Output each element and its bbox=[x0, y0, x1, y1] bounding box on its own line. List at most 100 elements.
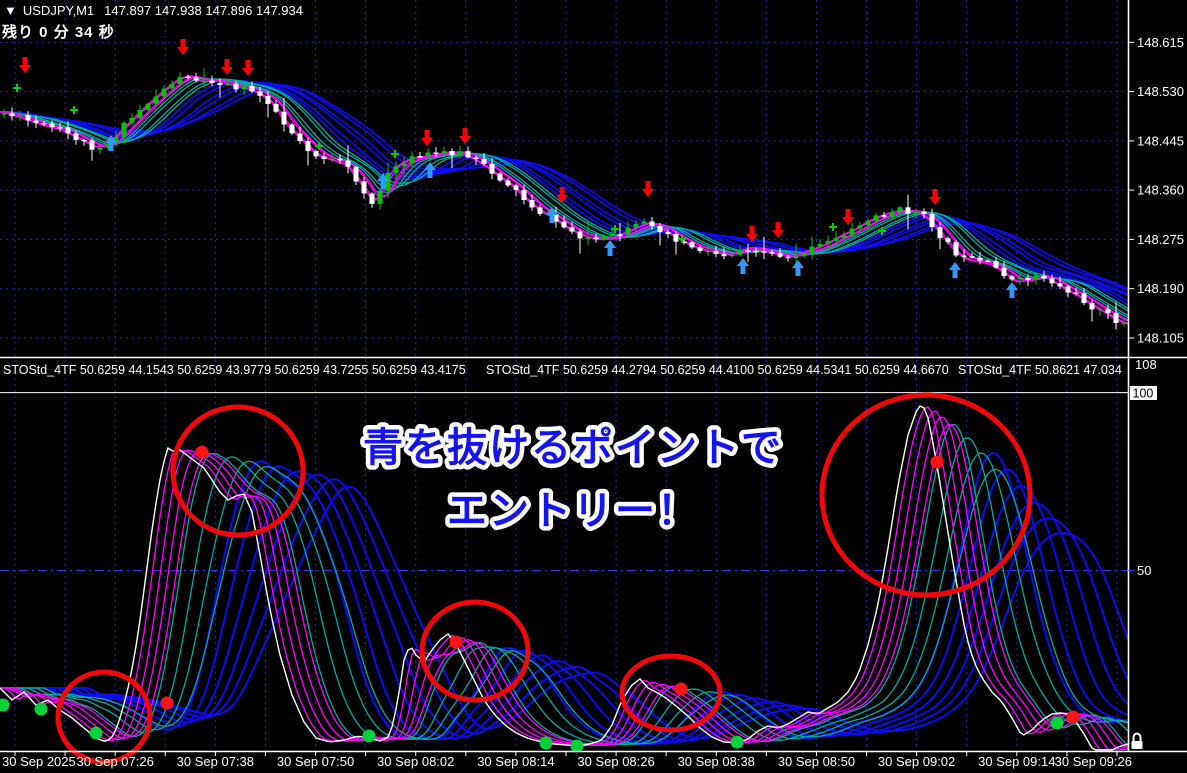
candle-body bbox=[938, 227, 943, 238]
time-axis[interactable]: 30 Sep 202530 Sep 07:2630 Sep 07:3830 Se… bbox=[0, 754, 1136, 773]
candle-body bbox=[962, 256, 967, 257]
price-axis-label[interactable]: 148.105 bbox=[1137, 331, 1184, 346]
indicator-max-label[interactable]: 108 bbox=[1135, 357, 1157, 372]
symbol-timeframe-label: USDJPY,M1 bbox=[23, 3, 94, 18]
candle-body bbox=[314, 151, 319, 156]
time-label: 30 Sep 08:26 bbox=[566, 754, 666, 769]
candle-body bbox=[202, 81, 207, 82]
candle-body bbox=[442, 151, 447, 153]
sell-signal-dot bbox=[161, 697, 174, 710]
candle-body bbox=[946, 238, 951, 242]
candle-body bbox=[914, 212, 919, 214]
candle-body bbox=[562, 222, 567, 228]
candle-body bbox=[450, 151, 455, 155]
buy-signal-dot bbox=[731, 736, 744, 749]
price-axis-label[interactable]: 148.615 bbox=[1137, 35, 1184, 50]
candle-body bbox=[1058, 283, 1063, 286]
candle-body bbox=[338, 159, 343, 161]
price-axis-label[interactable]: 148.445 bbox=[1137, 133, 1184, 148]
candle-body bbox=[514, 185, 519, 190]
candle-body bbox=[794, 256, 799, 258]
candle-body bbox=[762, 251, 767, 252]
candle-body bbox=[986, 261, 991, 262]
candle-body bbox=[506, 181, 511, 186]
candle-body bbox=[826, 241, 831, 244]
candle-body bbox=[658, 226, 663, 232]
candle-body bbox=[186, 77, 191, 78]
candle-body bbox=[290, 125, 295, 134]
buy-signal-dot bbox=[571, 740, 584, 753]
annotation-line2: エントリー！ bbox=[447, 489, 699, 533]
candle-body bbox=[642, 222, 647, 224]
candle-body bbox=[242, 86, 247, 89]
candle-body bbox=[906, 207, 911, 214]
level-100-label[interactable]: 100 bbox=[1133, 387, 1154, 401]
candle-body bbox=[354, 167, 359, 182]
candle-body bbox=[90, 140, 95, 149]
candle-body bbox=[58, 127, 63, 128]
sell-signal-dot bbox=[196, 446, 209, 459]
candle-body bbox=[322, 156, 327, 159]
buy-signal-dot bbox=[90, 727, 103, 740]
time-label: 30 Sep 07:26 bbox=[65, 754, 165, 769]
candle-body bbox=[1090, 303, 1095, 309]
candle-body bbox=[10, 113, 15, 116]
candle-body bbox=[834, 238, 839, 241]
candle-body bbox=[26, 115, 31, 120]
candle-body bbox=[874, 215, 879, 220]
candle-body bbox=[898, 207, 903, 212]
candle-body bbox=[1082, 293, 1087, 303]
candle-body bbox=[18, 115, 23, 116]
candle-body bbox=[426, 153, 431, 157]
candle-body bbox=[362, 181, 367, 193]
candle-body bbox=[194, 77, 199, 80]
candle-body bbox=[298, 134, 303, 142]
candle-body bbox=[858, 225, 863, 228]
candle-body bbox=[74, 133, 79, 140]
candle-body bbox=[162, 89, 167, 97]
price-axis-label[interactable]: 148.530 bbox=[1137, 84, 1184, 99]
price-axis-label[interactable]: 148.275 bbox=[1137, 232, 1184, 247]
candle-body bbox=[474, 157, 479, 159]
candle-body bbox=[610, 234, 615, 236]
candle-body bbox=[482, 159, 487, 164]
candle-body bbox=[722, 254, 727, 256]
candle-body bbox=[970, 256, 975, 258]
candle-body bbox=[42, 123, 47, 124]
candle-body bbox=[810, 247, 815, 254]
candle-body bbox=[410, 156, 415, 164]
indicator-label-row: STOStd_4TF 50.6259 44.1543 50.6259 43.97… bbox=[0, 358, 1128, 392]
buy-signal-dot bbox=[35, 703, 48, 716]
candle-body bbox=[34, 121, 39, 124]
buy-signal-dot bbox=[1051, 717, 1064, 730]
indicator-label-1: STOStd_4TF 50.6259 44.1543 50.6259 43.97… bbox=[3, 363, 466, 377]
candle-body bbox=[146, 104, 151, 110]
candle-body bbox=[714, 251, 719, 254]
chart-dropdown-icon[interactable]: ▼ bbox=[4, 3, 17, 18]
candle-body bbox=[378, 191, 383, 204]
candle-body bbox=[698, 247, 703, 251]
level-50-label[interactable]: 50 bbox=[1137, 563, 1151, 578]
candle-body bbox=[930, 214, 935, 227]
price-axis-label[interactable]: 148.190 bbox=[1137, 281, 1184, 296]
sell-signal-dot bbox=[931, 456, 944, 469]
candle-body bbox=[2, 113, 7, 114]
sell-signal-dot bbox=[675, 683, 688, 696]
candle-body bbox=[818, 244, 823, 247]
candle-body bbox=[1002, 268, 1007, 277]
candle-body bbox=[386, 173, 391, 191]
candle-body bbox=[394, 166, 399, 173]
time-label: 30 Sep 08:50 bbox=[766, 754, 866, 769]
candle-body bbox=[282, 112, 287, 125]
candle-countdown-timer: 残り 0 分 34 秒 bbox=[2, 21, 115, 42]
ohlc-values: 147.897 147.938 147.896 147.934 bbox=[104, 3, 303, 18]
candle-body bbox=[850, 229, 855, 236]
candle-body bbox=[674, 234, 679, 242]
candle-body bbox=[138, 110, 143, 118]
candle-body bbox=[994, 261, 999, 268]
candle-body bbox=[1114, 313, 1119, 323]
candle-body bbox=[466, 151, 471, 157]
time-label: 30 Sep 09:02 bbox=[867, 754, 967, 769]
price-axis-label[interactable]: 148.360 bbox=[1137, 183, 1184, 198]
candle-body bbox=[402, 164, 407, 167]
